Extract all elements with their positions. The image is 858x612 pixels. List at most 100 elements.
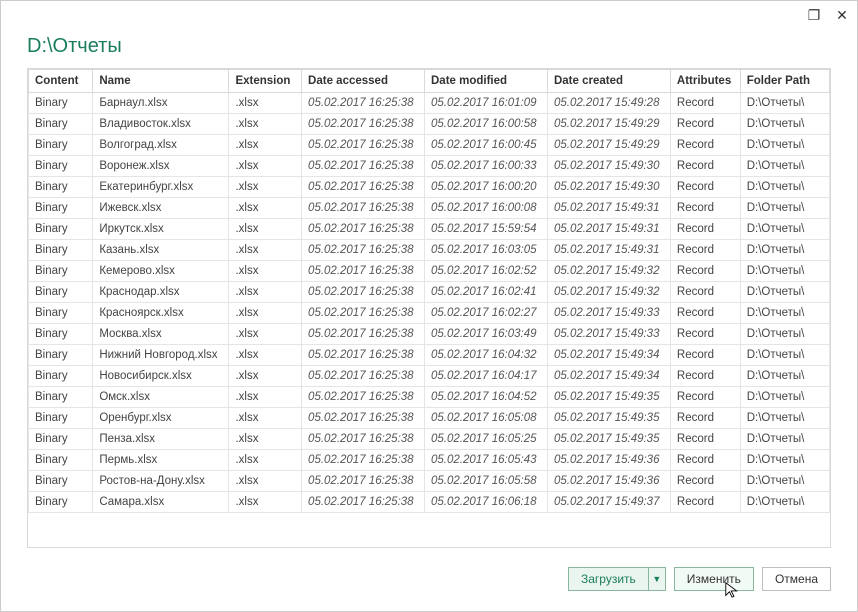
cancel-button[interactable]: Отмена: [762, 567, 831, 591]
col-date-modified[interactable]: Date modified: [425, 70, 548, 93]
cell-date-created: 05.02.2017 15:49:34: [547, 345, 670, 366]
cell-date-accessed: 05.02.2017 16:25:38: [302, 135, 425, 156]
cell-content: Binary: [29, 387, 93, 408]
cell-name: Екатеринбург.xlsx: [93, 177, 229, 198]
table-row[interactable]: BinaryПермь.xlsx.xlsx05.02.2017 16:25:38…: [29, 450, 830, 471]
cell-content: Binary: [29, 156, 93, 177]
cell-folder-path: D:\Отчеты\: [740, 240, 829, 261]
cell-attributes: Record: [670, 240, 740, 261]
cell-folder-path: D:\Отчеты\: [740, 387, 829, 408]
cell-folder-path: D:\Отчеты\: [740, 324, 829, 345]
table-row[interactable]: BinaryКрасноярск.xlsx.xlsx05.02.2017 16:…: [29, 303, 830, 324]
cell-name: Красноярск.xlsx: [93, 303, 229, 324]
table-row[interactable]: BinaryКазань.xlsx.xlsx05.02.2017 16:25:3…: [29, 240, 830, 261]
cell-name: Иркутск.xlsx: [93, 219, 229, 240]
col-name[interactable]: Name: [93, 70, 229, 93]
cell-folder-path: D:\Отчеты\: [740, 492, 829, 513]
cell-attributes: Record: [670, 366, 740, 387]
table-row[interactable]: BinaryИркутск.xlsx.xlsx05.02.2017 16:25:…: [29, 219, 830, 240]
table-row[interactable]: BinaryНижний Новгород.xlsx.xlsx05.02.201…: [29, 345, 830, 366]
table-row[interactable]: BinaryВолгоград.xlsx.xlsx05.02.2017 16:2…: [29, 135, 830, 156]
cell-date-created: 05.02.2017 15:49:33: [547, 324, 670, 345]
load-split-button[interactable]: Загрузить ▼: [568, 567, 666, 591]
cell-content: Binary: [29, 429, 93, 450]
col-date-created[interactable]: Date created: [547, 70, 670, 93]
cell-content: Binary: [29, 282, 93, 303]
cell-attributes: Record: [670, 114, 740, 135]
cell-name: Ижевск.xlsx: [93, 198, 229, 219]
cell-date-accessed: 05.02.2017 16:25:38: [302, 303, 425, 324]
cell-name: Пенза.xlsx: [93, 429, 229, 450]
table-row[interactable]: BinaryВоронеж.xlsx.xlsx05.02.2017 16:25:…: [29, 156, 830, 177]
cell-content: Binary: [29, 93, 93, 114]
col-attributes[interactable]: Attributes: [670, 70, 740, 93]
cell-date-accessed: 05.02.2017 16:25:38: [302, 93, 425, 114]
table-row[interactable]: BinaryВладивосток.xlsx.xlsx05.02.2017 16…: [29, 114, 830, 135]
cell-name: Владивосток.xlsx: [93, 114, 229, 135]
table-row[interactable]: BinaryИжевск.xlsx.xlsx05.02.2017 16:25:3…: [29, 198, 830, 219]
cell-date-created: 05.02.2017 15:49:31: [547, 240, 670, 261]
title-bar: ❐ ✕: [1, 1, 857, 29]
table-row[interactable]: BinaryРостов-на-Дону.xlsx.xlsx05.02.2017…: [29, 471, 830, 492]
table-row[interactable]: BinaryПенза.xlsx.xlsx05.02.2017 16:25:38…: [29, 429, 830, 450]
cell-extension: .xlsx: [229, 366, 302, 387]
col-date-accessed[interactable]: Date accessed: [302, 70, 425, 93]
cell-folder-path: D:\Отчеты\: [740, 261, 829, 282]
cell-name: Оренбург.xlsx: [93, 408, 229, 429]
cell-folder-path: D:\Отчеты\: [740, 471, 829, 492]
cell-date-created: 05.02.2017 15:49:37: [547, 492, 670, 513]
edit-button[interactable]: Изменить: [674, 567, 754, 591]
table-row[interactable]: BinaryОмск.xlsx.xlsx05.02.2017 16:25:380…: [29, 387, 830, 408]
table-row[interactable]: BinaryЕкатеринбург.xlsx.xlsx05.02.2017 1…: [29, 177, 830, 198]
table-row[interactable]: BinaryСамара.xlsx.xlsx05.02.2017 16:25:3…: [29, 492, 830, 513]
data-table: Content Name Extension Date accessed Dat…: [28, 69, 830, 513]
cell-folder-path: D:\Отчеты\: [740, 135, 829, 156]
table-row[interactable]: BinaryМосква.xlsx.xlsx05.02.2017 16:25:3…: [29, 324, 830, 345]
cell-attributes: Record: [670, 450, 740, 471]
table-row[interactable]: BinaryКраснодар.xlsx.xlsx05.02.2017 16:2…: [29, 282, 830, 303]
cell-date-accessed: 05.02.2017 16:25:38: [302, 429, 425, 450]
cell-attributes: Record: [670, 324, 740, 345]
cell-content: Binary: [29, 492, 93, 513]
cell-attributes: Record: [670, 387, 740, 408]
dialog-footer: Загрузить ▼ Изменить Отмена: [568, 567, 831, 591]
close-icon[interactable]: ✕: [833, 7, 851, 24]
cell-extension: .xlsx: [229, 450, 302, 471]
cell-extension: .xlsx: [229, 471, 302, 492]
col-folder-path[interactable]: Folder Path: [740, 70, 829, 93]
cell-folder-path: D:\Отчеты\: [740, 450, 829, 471]
cell-folder-path: D:\Отчеты\: [740, 366, 829, 387]
cell-date-accessed: 05.02.2017 16:25:38: [302, 492, 425, 513]
cell-extension: .xlsx: [229, 240, 302, 261]
table-row[interactable]: BinaryБарнаул.xlsx.xlsx05.02.2017 16:25:…: [29, 93, 830, 114]
cell-folder-path: D:\Отчеты\: [740, 219, 829, 240]
cell-extension: .xlsx: [229, 219, 302, 240]
cell-attributes: Record: [670, 177, 740, 198]
cell-content: Binary: [29, 261, 93, 282]
cell-extension: .xlsx: [229, 156, 302, 177]
table-row[interactable]: BinaryОренбург.xlsx.xlsx05.02.2017 16:25…: [29, 408, 830, 429]
col-extension[interactable]: Extension: [229, 70, 302, 93]
maximize-icon[interactable]: ❐: [805, 7, 823, 24]
cell-date-modified: 05.02.2017 16:05:43: [425, 450, 548, 471]
cell-date-created: 05.02.2017 15:49:36: [547, 450, 670, 471]
cell-extension: .xlsx: [229, 345, 302, 366]
cell-date-modified: 05.02.2017 16:06:18: [425, 492, 548, 513]
cell-content: Binary: [29, 135, 93, 156]
cell-attributes: Record: [670, 492, 740, 513]
cell-content: Binary: [29, 177, 93, 198]
cell-extension: .xlsx: [229, 408, 302, 429]
table-row[interactable]: BinaryКемерово.xlsx.xlsx05.02.2017 16:25…: [29, 261, 830, 282]
cell-folder-path: D:\Отчеты\: [740, 93, 829, 114]
table-row[interactable]: BinaryНовосибирск.xlsx.xlsx05.02.2017 16…: [29, 366, 830, 387]
load-dropdown-caret[interactable]: ▼: [648, 567, 666, 591]
load-button[interactable]: Загрузить: [568, 567, 648, 591]
cell-date-accessed: 05.02.2017 16:25:38: [302, 156, 425, 177]
cell-date-created: 05.02.2017 15:49:35: [547, 387, 670, 408]
cell-date-modified: 05.02.2017 16:03:05: [425, 240, 548, 261]
col-content[interactable]: Content: [29, 70, 93, 93]
cell-attributes: Record: [670, 429, 740, 450]
cell-folder-path: D:\Отчеты\: [740, 282, 829, 303]
cell-name: Новосибирск.xlsx: [93, 366, 229, 387]
cell-date-created: 05.02.2017 15:49:32: [547, 282, 670, 303]
